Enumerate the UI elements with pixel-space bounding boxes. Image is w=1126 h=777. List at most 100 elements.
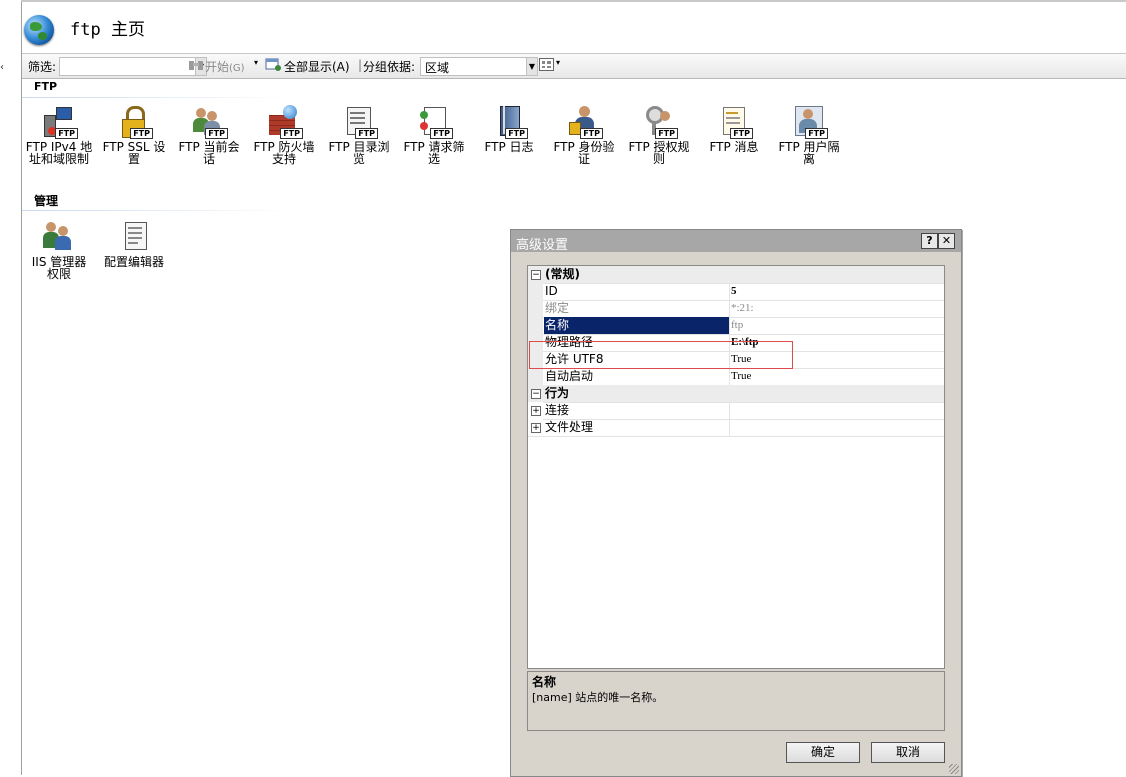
property-name: ID [544, 283, 730, 300]
section-divider [22, 210, 292, 211]
feature-ftp-user-isolation[interactable]: FTP FTP 用户隔 离 [773, 105, 845, 165]
property-name: 自动启动 [544, 368, 730, 385]
collapse-icon[interactable]: − [531, 389, 541, 399]
group-by-value: 区域 [425, 61, 450, 75]
property-row-auto-start[interactable]: 自动启动 True [528, 368, 944, 386]
feature-label: 则 [652, 152, 665, 166]
config-editor-icon [117, 220, 151, 254]
description-title: 名称 [532, 675, 557, 689]
message-icon: FTP [717, 105, 753, 139]
property-row-binding[interactable]: 绑定 *:21: [528, 300, 944, 318]
feature-label: FTP 日志 [484, 140, 534, 154]
collapse-arrow-icon[interactable]: ‹ [0, 62, 4, 73]
ipv4-restriction-icon: FTP [42, 105, 78, 139]
feature-ftp-ipv4-restrictions[interactable]: FTP FTP IPv4 地 址和域限制 [23, 105, 95, 165]
category-behavior[interactable]: − 行为 [528, 385, 944, 403]
property-grid[interactable]: − (常规) ID 5 绑定 *:21: 名称 ftp 物理路径 E:\ftp … [527, 265, 945, 669]
page-title: ftp 主页 [70, 20, 145, 40]
feature-label: 置 [127, 152, 140, 166]
feature-ftp-ssl[interactable]: FTP FTP SSL 设 置 [98, 105, 170, 165]
toolbar-separator: | [358, 58, 363, 72]
highlight-annotation [529, 341, 793, 369]
start-button[interactable]: 开始(G) [205, 58, 245, 75]
property-row-id[interactable]: ID 5 [528, 283, 944, 301]
category-label: (常规) [545, 267, 580, 281]
property-row-name[interactable]: 名称 ftp [528, 317, 944, 335]
expand-icon[interactable]: + [531, 423, 541, 433]
authentication-icon: FTP [567, 105, 603, 139]
request-filter-icon: FTP [417, 105, 453, 139]
view-mode-icon[interactable] [539, 58, 554, 71]
feature-label: 支持 [271, 152, 296, 166]
property-name: 连接 [544, 402, 730, 419]
property-value[interactable]: ftp [731, 317, 743, 334]
feature-label: 览 [352, 152, 365, 166]
property-row-connections[interactable]: + 连接 [528, 402, 944, 420]
cancel-button[interactable]: 取消 [871, 742, 945, 763]
property-value[interactable]: True [731, 368, 751, 385]
feature-ftp-authorization-rules[interactable]: FTP FTP 授权规 则 [623, 105, 695, 165]
ok-button[interactable]: 确定 [786, 742, 860, 763]
start-dropdown-icon[interactable]: ▾ [254, 58, 258, 67]
dialog-titlebar: 高级设置 ? ✕ [511, 230, 961, 253]
feature-ftp-request-filtering[interactable]: FTP FTP 请求筛 选 [398, 105, 470, 165]
section-ftp-title: FTP [34, 80, 58, 93]
start-label: 开始 [205, 60, 230, 74]
dialog-title: 高级设置 [516, 238, 569, 253]
section-manage-title: 管理 [34, 194, 59, 208]
feature-label: 证 [577, 152, 590, 166]
feature-label: 配置编辑器 [103, 255, 164, 269]
property-name: 名称 [544, 317, 730, 334]
view-dropdown-icon[interactable]: ▾ [556, 58, 560, 67]
category-general[interactable]: − (常规) [528, 266, 944, 284]
feature-ftp-sessions[interactable]: FTP FTP 当前会 话 [173, 105, 245, 165]
firewall-icon: FTP [267, 105, 303, 139]
property-name: 文件处理 [544, 419, 730, 436]
section-divider [22, 97, 292, 98]
globe-icon [24, 15, 54, 45]
feature-ftp-logging[interactable]: FTP FTP 日志 [473, 105, 545, 153]
property-value[interactable]: *:21: [731, 300, 754, 317]
description-panel: 名称 [name] 站点的唯一名称。 [527, 671, 945, 731]
show-all-icon [265, 58, 283, 72]
expand-icon[interactable]: + [531, 406, 541, 416]
feature-label: 址和域限制 [28, 152, 89, 166]
help-button[interactable]: ? [921, 233, 938, 249]
feature-ftp-messages[interactable]: FTP FTP 消息 [698, 105, 770, 153]
directory-browse-icon: FTP [342, 105, 378, 139]
category-label: 行为 [545, 386, 570, 400]
filter-toolbar: 筛选: ▼ 开始(G) ▾ 全部显示(A) | 分组依据: 区域 ▼ ▾ [22, 53, 1126, 79]
feature-ftp-authentication[interactable]: FTP FTP 身份验 证 [548, 105, 620, 165]
feature-label: 离 [802, 152, 815, 166]
feature-configuration-editor[interactable]: 配置编辑器 [98, 220, 170, 268]
chevron-down-icon[interactable]: ▼ [526, 58, 537, 75]
iis-manager-users-icon [42, 220, 76, 254]
sessions-icon: FTP [192, 105, 228, 139]
left-navigation-edge: ‹ [0, 0, 22, 775]
feature-label: 话 [202, 152, 215, 166]
property-name: 绑定 [544, 300, 730, 317]
feature-ftp-firewall[interactable]: FTP FTP 防火墙 支持 [248, 105, 320, 165]
group-by-select[interactable]: 区域 ▼ [420, 57, 538, 76]
group-by-label: 分组依据: [363, 60, 416, 74]
resize-grip-icon[interactable] [949, 764, 959, 774]
filter-input[interactable]: ▼ [59, 57, 207, 76]
feature-label: 权限 [46, 267, 71, 281]
property-row-file-handling[interactable]: + 文件处理 [528, 419, 944, 437]
collapse-icon[interactable]: − [531, 270, 541, 280]
feature-label: 选 [427, 152, 440, 166]
close-button[interactable]: ✕ [938, 233, 955, 249]
description-text: [name] 站点的唯一名称。 [532, 691, 664, 704]
feature-iis-manager-permissions[interactable]: IIS 管理器 权限 [23, 220, 95, 280]
page-header: ftp 主页 [22, 3, 1126, 53]
feature-ftp-directory-browsing[interactable]: FTP FTP 目录浏 览 [323, 105, 395, 165]
window-border [21, 0, 1126, 2]
filter-label: 筛选: [28, 60, 57, 74]
show-all-button[interactable]: 全部显示(A) [284, 58, 350, 75]
user-isolation-icon: FTP [792, 105, 828, 139]
property-value[interactable]: 5 [731, 283, 737, 300]
feature-label: FTP 消息 [709, 140, 759, 154]
authorization-key-icon: FTP [642, 105, 678, 139]
ssl-lock-icon: FTP [117, 105, 153, 139]
advanced-settings-dialog: 高级设置 ? ✕ − (常规) ID 5 绑定 *:21: 名称 ftp 物理路… [510, 229, 962, 777]
